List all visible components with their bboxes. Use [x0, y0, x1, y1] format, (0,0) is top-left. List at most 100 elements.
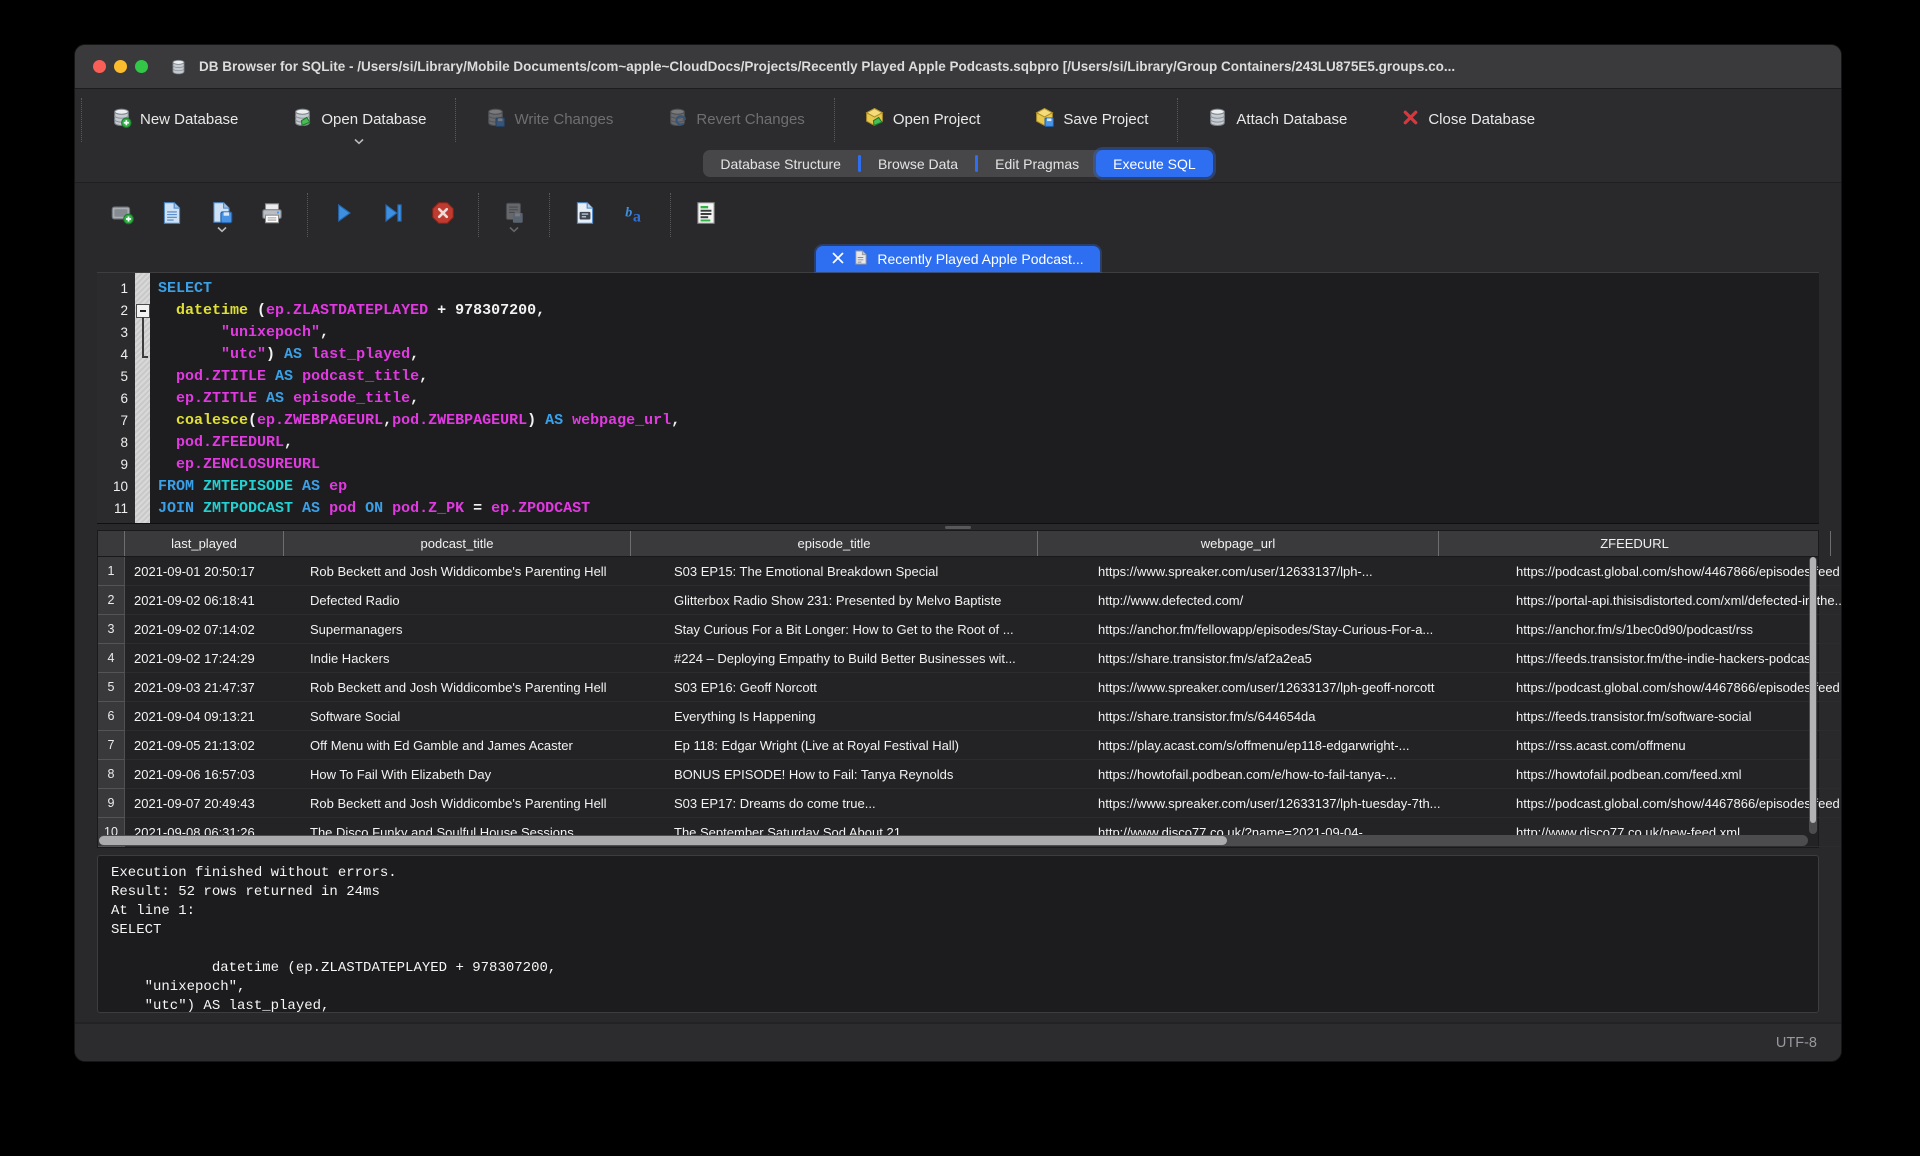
code-line[interactable]: pod.ZTITLE AS podcast_title,: [158, 366, 1819, 388]
open-database-button[interactable]: Open Database: [265, 89, 453, 150]
close-database-button[interactable]: Close Database: [1374, 89, 1562, 150]
new-tab-button[interactable]: [100, 195, 144, 235]
row-number[interactable]: 4: [98, 644, 125, 673]
cell[interactable]: https://rss.acast.com/offmenu: [1507, 731, 1842, 760]
cell[interactable]: http://www.defected.com/: [1089, 586, 1507, 615]
export-sql-button[interactable]: [563, 195, 607, 235]
cell[interactable]: Rob Beckett and Josh Widdicombe's Parent…: [301, 673, 665, 702]
code-line[interactable]: datetime (ep.ZLASTDATEPLAYED + 978307200…: [158, 300, 1819, 322]
format-sql-button[interactable]: ba: [613, 195, 657, 235]
save-sql-file-button[interactable]: [200, 195, 244, 235]
sql-editor[interactable]: 1234567891011 SELECT datetime (ep.ZLASTD…: [97, 273, 1819, 524]
tab-database-structure[interactable]: Database Structure: [703, 150, 858, 177]
titlebar[interactable]: DB Browser for SQLite - /Users/si/Librar…: [75, 45, 1841, 89]
cell[interactable]: Glitterbox Radio Show 231: Presented by …: [665, 586, 1089, 615]
results-view-button[interactable]: [684, 195, 728, 235]
cell[interactable]: Rob Beckett and Josh Widdicombe's Parent…: [301, 789, 665, 818]
open-project-button[interactable]: Open Project: [837, 89, 1008, 150]
cell[interactable]: Stay Curious For a Bit Longer: How to Ge…: [665, 615, 1089, 644]
chevron-down-icon[interactable]: [509, 220, 520, 238]
column-header-webpage_url[interactable]: webpage_url: [1038, 531, 1439, 556]
cell[interactable]: https://www.spreaker.com/user/12633137/l…: [1089, 673, 1507, 702]
cell[interactable]: Indie Hackers: [301, 644, 665, 673]
cell[interactable]: 2021-09-02 06:18:41: [125, 586, 301, 615]
cell[interactable]: Software Social: [301, 702, 665, 731]
cell[interactable]: https://share.transistor.fm/s/644654da: [1089, 702, 1507, 731]
cell[interactable]: https://share.transistor.fm/s/af2a2ea5: [1089, 644, 1507, 673]
cell[interactable]: https://podcast.global.com/show/4467866/…: [1507, 557, 1842, 586]
close-window-button[interactable]: [93, 60, 106, 73]
row-number[interactable]: 5: [98, 673, 125, 702]
results-horizontal-scrollbar[interactable]: [99, 835, 1808, 846]
cell[interactable]: Defected Radio: [301, 586, 665, 615]
cell[interactable]: 2021-09-02 17:24:29: [125, 644, 301, 673]
print-button[interactable]: [250, 195, 294, 235]
close-tab-icon[interactable]: [832, 251, 844, 267]
execute-all-button[interactable]: [321, 195, 365, 235]
cell[interactable]: 2021-09-07 20:49:43: [125, 789, 301, 818]
code-line[interactable]: pod.ZFEEDURL,: [158, 432, 1819, 454]
cell[interactable]: Ep 118: Edgar Wright (Live at Royal Fest…: [665, 731, 1089, 760]
cell[interactable]: https://howtofail.podbean.com/feed.xml: [1507, 760, 1842, 789]
cell[interactable]: 2021-09-05 21:13:02: [125, 731, 301, 760]
execute-current-line-button[interactable]: [371, 195, 415, 235]
cell[interactable]: https://anchor.fm/fellowapp/episodes/Sta…: [1089, 615, 1507, 644]
cell[interactable]: https://www.spreaker.com/user/12633137/l…: [1089, 789, 1507, 818]
row-number[interactable]: 9: [98, 789, 125, 818]
new-database-button[interactable]: New Database: [84, 89, 265, 150]
cell[interactable]: Rob Beckett and Josh Widdicombe's Parent…: [301, 557, 665, 586]
tab-execute-sql[interactable]: Execute SQL: [1096, 150, 1213, 177]
code-line[interactable]: ep.ZENCLOSUREURL: [158, 454, 1819, 476]
cell[interactable]: https://www.spreaker.com/user/12633137/l…: [1089, 557, 1507, 586]
row-number[interactable]: 6: [98, 702, 125, 731]
fold-collapse-icon[interactable]: [136, 304, 150, 318]
cell[interactable]: 2021-09-06 16:57:03: [125, 760, 301, 789]
cell[interactable]: How To Fail With Elizabeth Day: [301, 760, 665, 789]
column-header-ZFEEDURL[interactable]: ZFEEDURL: [1439, 531, 1831, 556]
code-line[interactable]: "utc") AS last_played,: [158, 344, 1819, 366]
cell[interactable]: https://anchor.fm/s/1bec0d90/podcast/rss: [1507, 615, 1842, 644]
cell[interactable]: https://howtofail.podbean.com/e/how-to-f…: [1089, 760, 1507, 789]
cell[interactable]: 2021-09-01 20:50:17: [125, 557, 301, 586]
attach-database-button[interactable]: Attach Database: [1180, 89, 1374, 150]
cell[interactable]: https://podcast.global.com/show/4467866/…: [1507, 789, 1842, 818]
cell[interactable]: https://play.acast.com/s/offmenu/ep118-e…: [1089, 731, 1507, 760]
cell[interactable]: https://feeds.transistor.fm/software-soc…: [1507, 702, 1842, 731]
cell[interactable]: 2021-09-03 21:47:37: [125, 673, 301, 702]
open-sql-file-button[interactable]: [150, 195, 194, 235]
cell[interactable]: Off Menu with Ed Gamble and James Acaste…: [301, 731, 665, 760]
chevron-down-icon[interactable]: [354, 132, 365, 149]
row-number[interactable]: 2: [98, 586, 125, 615]
minimize-window-button[interactable]: [114, 60, 127, 73]
sql-code-area[interactable]: SELECT datetime (ep.ZLASTDATEPLAYED + 97…: [150, 273, 1819, 523]
cell[interactable]: Supermanagers: [301, 615, 665, 644]
cell[interactable]: S03 EP17: Dreams do come true...: [665, 789, 1089, 818]
code-line[interactable]: JOIN ZMTPODCAST AS pod ON pod.Z_PK = ep.…: [158, 498, 1819, 520]
row-number[interactable]: 8: [98, 760, 125, 789]
code-line[interactable]: coalesce(ep.ZWEBPAGEURL,pod.ZWEBPAGEURL)…: [158, 410, 1819, 432]
cell[interactable]: https://podcast.global.com/show/4467866/…: [1507, 673, 1842, 702]
code-line[interactable]: ep.ZTITLE AS episode_title,: [158, 388, 1819, 410]
chevron-down-icon[interactable]: [217, 220, 228, 238]
row-number[interactable]: 7: [98, 731, 125, 760]
save-project-button[interactable]: Save Project: [1007, 89, 1175, 150]
zoom-window-button[interactable]: [135, 60, 148, 73]
cell[interactable]: BONUS EPISODE! How to Fail: Tanya Reynol…: [665, 760, 1089, 789]
results-vertical-scrollbar[interactable]: [1809, 557, 1817, 834]
cell[interactable]: #224 – Deploying Empathy to Build Better…: [665, 644, 1089, 673]
sql-doc-tab[interactable]: Recently Played Apple Podcast...: [816, 246, 1099, 272]
code-line[interactable]: SELECT: [158, 278, 1819, 300]
row-number[interactable]: 1: [98, 557, 125, 586]
row-number[interactable]: 3: [98, 615, 125, 644]
cell[interactable]: Everything Is Happening: [665, 702, 1089, 731]
column-header-episode_title[interactable]: episode_title: [631, 531, 1038, 556]
cell[interactable]: 2021-09-04 09:13:21: [125, 702, 301, 731]
tab-edit-pragmas[interactable]: Edit Pragmas: [978, 150, 1096, 177]
cell[interactable]: 2021-09-02 07:14:02: [125, 615, 301, 644]
column-header-podcast_title[interactable]: podcast_title: [284, 531, 631, 556]
column-header-last_played[interactable]: last_played: [125, 531, 284, 556]
code-line[interactable]: FROM ZMTEPISODE AS ep: [158, 476, 1819, 498]
stop-button[interactable]: [421, 195, 465, 235]
tab-browse-data[interactable]: Browse Data: [861, 150, 975, 177]
code-line[interactable]: "unixepoch",: [158, 322, 1819, 344]
